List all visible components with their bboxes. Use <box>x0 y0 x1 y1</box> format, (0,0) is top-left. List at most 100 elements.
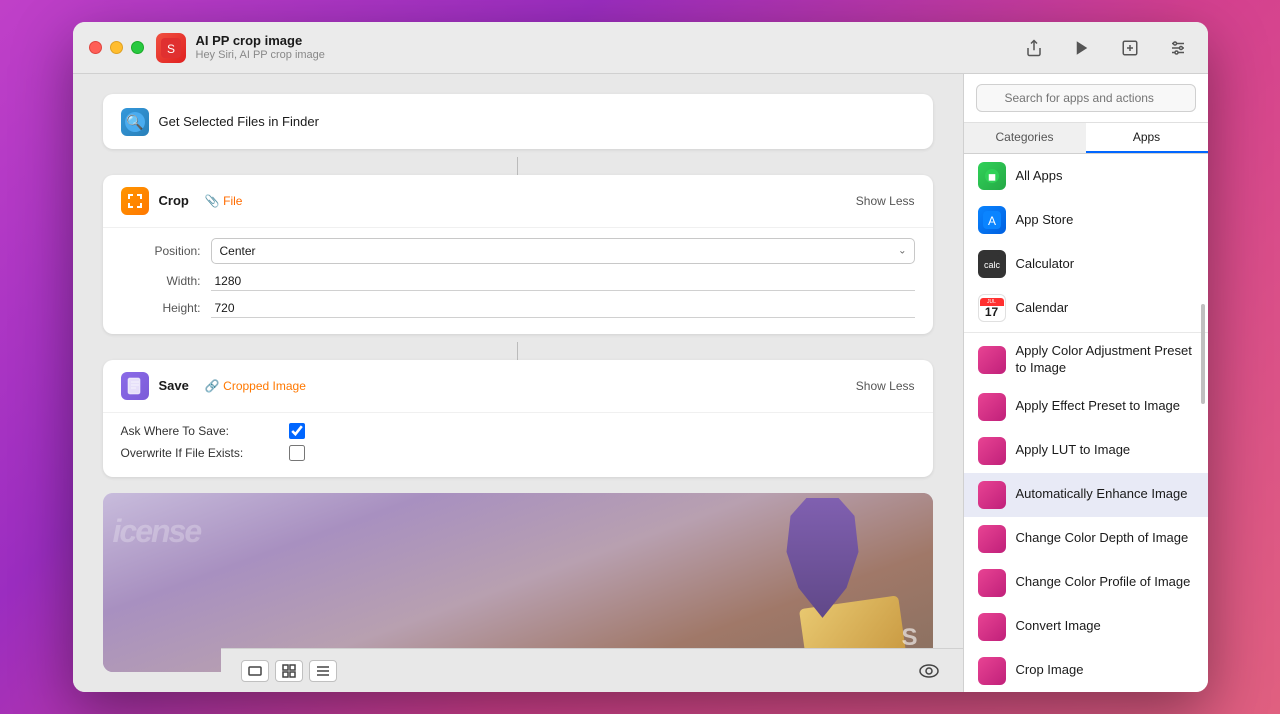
eye-button[interactable] <box>915 657 943 685</box>
all-apps-label: All Apps <box>1016 168 1063 185</box>
tab-categories[interactable]: Categories <box>964 123 1086 153</box>
ask-where-save-label: Ask Where To Save: <box>121 424 281 438</box>
position-label: Position: <box>121 244 201 258</box>
save-step-tag: 🔗 Cropped Image <box>205 379 306 393</box>
run-button[interactable] <box>1068 34 1096 62</box>
overwrite-checkbox[interactable] <box>289 445 305 461</box>
search-wrapper: 🔍 <box>976 84 1196 112</box>
svg-text:◼: ◼ <box>987 172 995 183</box>
tab-apps[interactable]: Apps <box>1086 123 1208 153</box>
list-divider <box>964 332 1208 333</box>
calculator-item[interactable]: calc Calculator <box>964 242 1208 286</box>
options-button[interactable] <box>1164 34 1192 62</box>
view-list-button[interactable] <box>309 660 337 682</box>
height-field-row: Height: <box>121 299 915 318</box>
height-label: Height: <box>121 301 201 315</box>
change-color-depth-icon <box>978 525 1006 553</box>
scrollbar-track[interactable] <box>1201 304 1206 682</box>
height-input[interactable] <box>211 299 915 318</box>
crop-step-header: Crop 📎 File Show Less <box>103 175 933 228</box>
close-button[interactable] <box>89 41 102 54</box>
calendar-icon: JUL 17 <box>978 294 1006 322</box>
convert-image-item[interactable]: Convert Image <box>964 605 1208 649</box>
change-color-profile-label: Change Color Profile of Image <box>1016 574 1191 591</box>
title-bar: S AI PP crop image Hey Siri, AI PP crop … <box>73 22 1208 74</box>
svg-text:calc: calc <box>983 260 1000 270</box>
width-input[interactable] <box>211 272 915 291</box>
apply-color-adjustment-item[interactable]: Apply Color Adjustment Preset to Image <box>964 335 1208 385</box>
calendar-item[interactable]: JUL 17 Calendar <box>964 286 1208 330</box>
save-step-label: Save <box>159 378 189 393</box>
auto-enhance-icon <box>978 481 1006 509</box>
apply-lut-label: Apply LUT to Image <box>1016 442 1131 459</box>
minimize-button[interactable] <box>110 41 123 54</box>
all-apps-item[interactable]: ◼ All Apps <box>964 154 1208 198</box>
change-color-profile-item[interactable]: Change Color Profile of Image <box>964 561 1208 605</box>
app-list: ◼ All Apps A App Store <box>964 154 1208 692</box>
crop-step-label: Crop <box>159 193 189 208</box>
change-color-depth-label: Change Color Depth of Image <box>1016 530 1189 547</box>
right-panel: 🔍 Categories Apps ◼ <box>963 74 1208 692</box>
convert-image-icon <box>978 613 1006 641</box>
window-subtitle: Hey Siri, AI PP crop image <box>196 49 325 62</box>
crop-icon <box>121 187 149 215</box>
auto-enhance-item[interactable]: Automatically Enhance Image <box>964 473 1208 517</box>
title-info: AI PP crop image Hey Siri, AI PP crop im… <box>196 33 325 62</box>
search-input[interactable] <box>976 84 1196 112</box>
view-grid-button[interactable] <box>275 660 303 682</box>
change-color-depth-item[interactable]: Change Color Depth of Image <box>964 517 1208 561</box>
app-store-icon: A <box>978 206 1006 234</box>
svg-text:A: A <box>987 214 995 228</box>
position-select-wrapper: Center Top Left Top Right Bottom Left Bo… <box>211 238 915 264</box>
app-icon: S <box>156 33 186 63</box>
position-select[interactable]: Center Top Left Top Right Bottom Left Bo… <box>211 238 915 264</box>
bottom-toolbar <box>221 648 963 692</box>
all-apps-icon: ◼ <box>978 162 1006 190</box>
main-window: S AI PP crop image Hey Siri, AI PP crop … <box>73 22 1208 692</box>
apply-effect-preset-item[interactable]: Apply Effect Preset to Image <box>964 385 1208 429</box>
crop-image-item[interactable]: Crop Image <box>964 649 1208 692</box>
calculator-icon: calc <box>978 250 1006 278</box>
position-field-row: Position: Center Top Left Top Right Bott… <box>121 238 915 264</box>
width-label: Width: <box>121 274 201 288</box>
apply-effect-preset-icon <box>978 393 1006 421</box>
search-bar: 🔍 <box>964 74 1208 123</box>
crop-step: Crop 📎 File Show Less Position: Center T… <box>103 175 933 335</box>
crop-step-tag: 📎 File <box>205 194 243 208</box>
apply-color-adjustment-label: Apply Color Adjustment Preset to Image <box>1016 343 1194 377</box>
save-show-less-button[interactable]: Show Less <box>856 379 915 393</box>
calculator-label: Calculator <box>1016 256 1075 273</box>
workflow-panel: 🔍 Get Selected Files in Finder <box>73 74 963 692</box>
finder-step: 🔍 Get Selected Files in Finder <box>103 94 933 149</box>
window-title: AI PP crop image <box>196 33 325 49</box>
ask-where-save-checkbox[interactable] <box>289 423 305 439</box>
finder-step-title: Get Selected Files in Finder <box>159 114 319 129</box>
save-icon <box>121 372 149 400</box>
auto-enhance-label: Automatically Enhance Image <box>1016 486 1188 503</box>
apply-color-adjustment-icon <box>978 346 1006 374</box>
width-field-row: Width: <box>121 272 915 291</box>
crop-step-body: Position: Center Top Left Top Right Bott… <box>103 228 933 335</box>
tab-row: Categories Apps <box>964 123 1208 154</box>
title-bar-actions <box>1020 34 1192 62</box>
view-single-button[interactable] <box>241 660 269 682</box>
finder-icon: 🔍 <box>121 108 149 136</box>
crop-image-label: Crop Image <box>1016 662 1084 679</box>
overwrite-row: Overwrite If File Exists: <box>121 445 915 461</box>
app-store-label: App Store <box>1016 212 1074 229</box>
share-button[interactable] <box>1020 34 1048 62</box>
convert-image-label: Convert Image <box>1016 618 1101 635</box>
overwrite-label: Overwrite If File Exists: <box>121 446 281 460</box>
connector-2 <box>103 342 933 359</box>
apply-lut-icon <box>978 437 1006 465</box>
ask-where-save-row: Ask Where To Save: <box>121 423 915 439</box>
main-content: 🔍 Get Selected Files in Finder <box>73 74 1208 692</box>
app-store-item[interactable]: A App Store <box>964 198 1208 242</box>
crop-show-less-button[interactable]: Show Less <box>856 194 915 208</box>
scrollbar-thumb[interactable] <box>1201 304 1205 404</box>
maximize-button[interactable] <box>131 41 144 54</box>
save-step-body: Ask Where To Save: Overwrite If File Exi… <box>103 413 933 477</box>
apply-lut-item[interactable]: Apply LUT to Image <box>964 429 1208 473</box>
save-to-button[interactable] <box>1116 34 1144 62</box>
apply-effect-preset-label: Apply Effect Preset to Image <box>1016 398 1181 415</box>
